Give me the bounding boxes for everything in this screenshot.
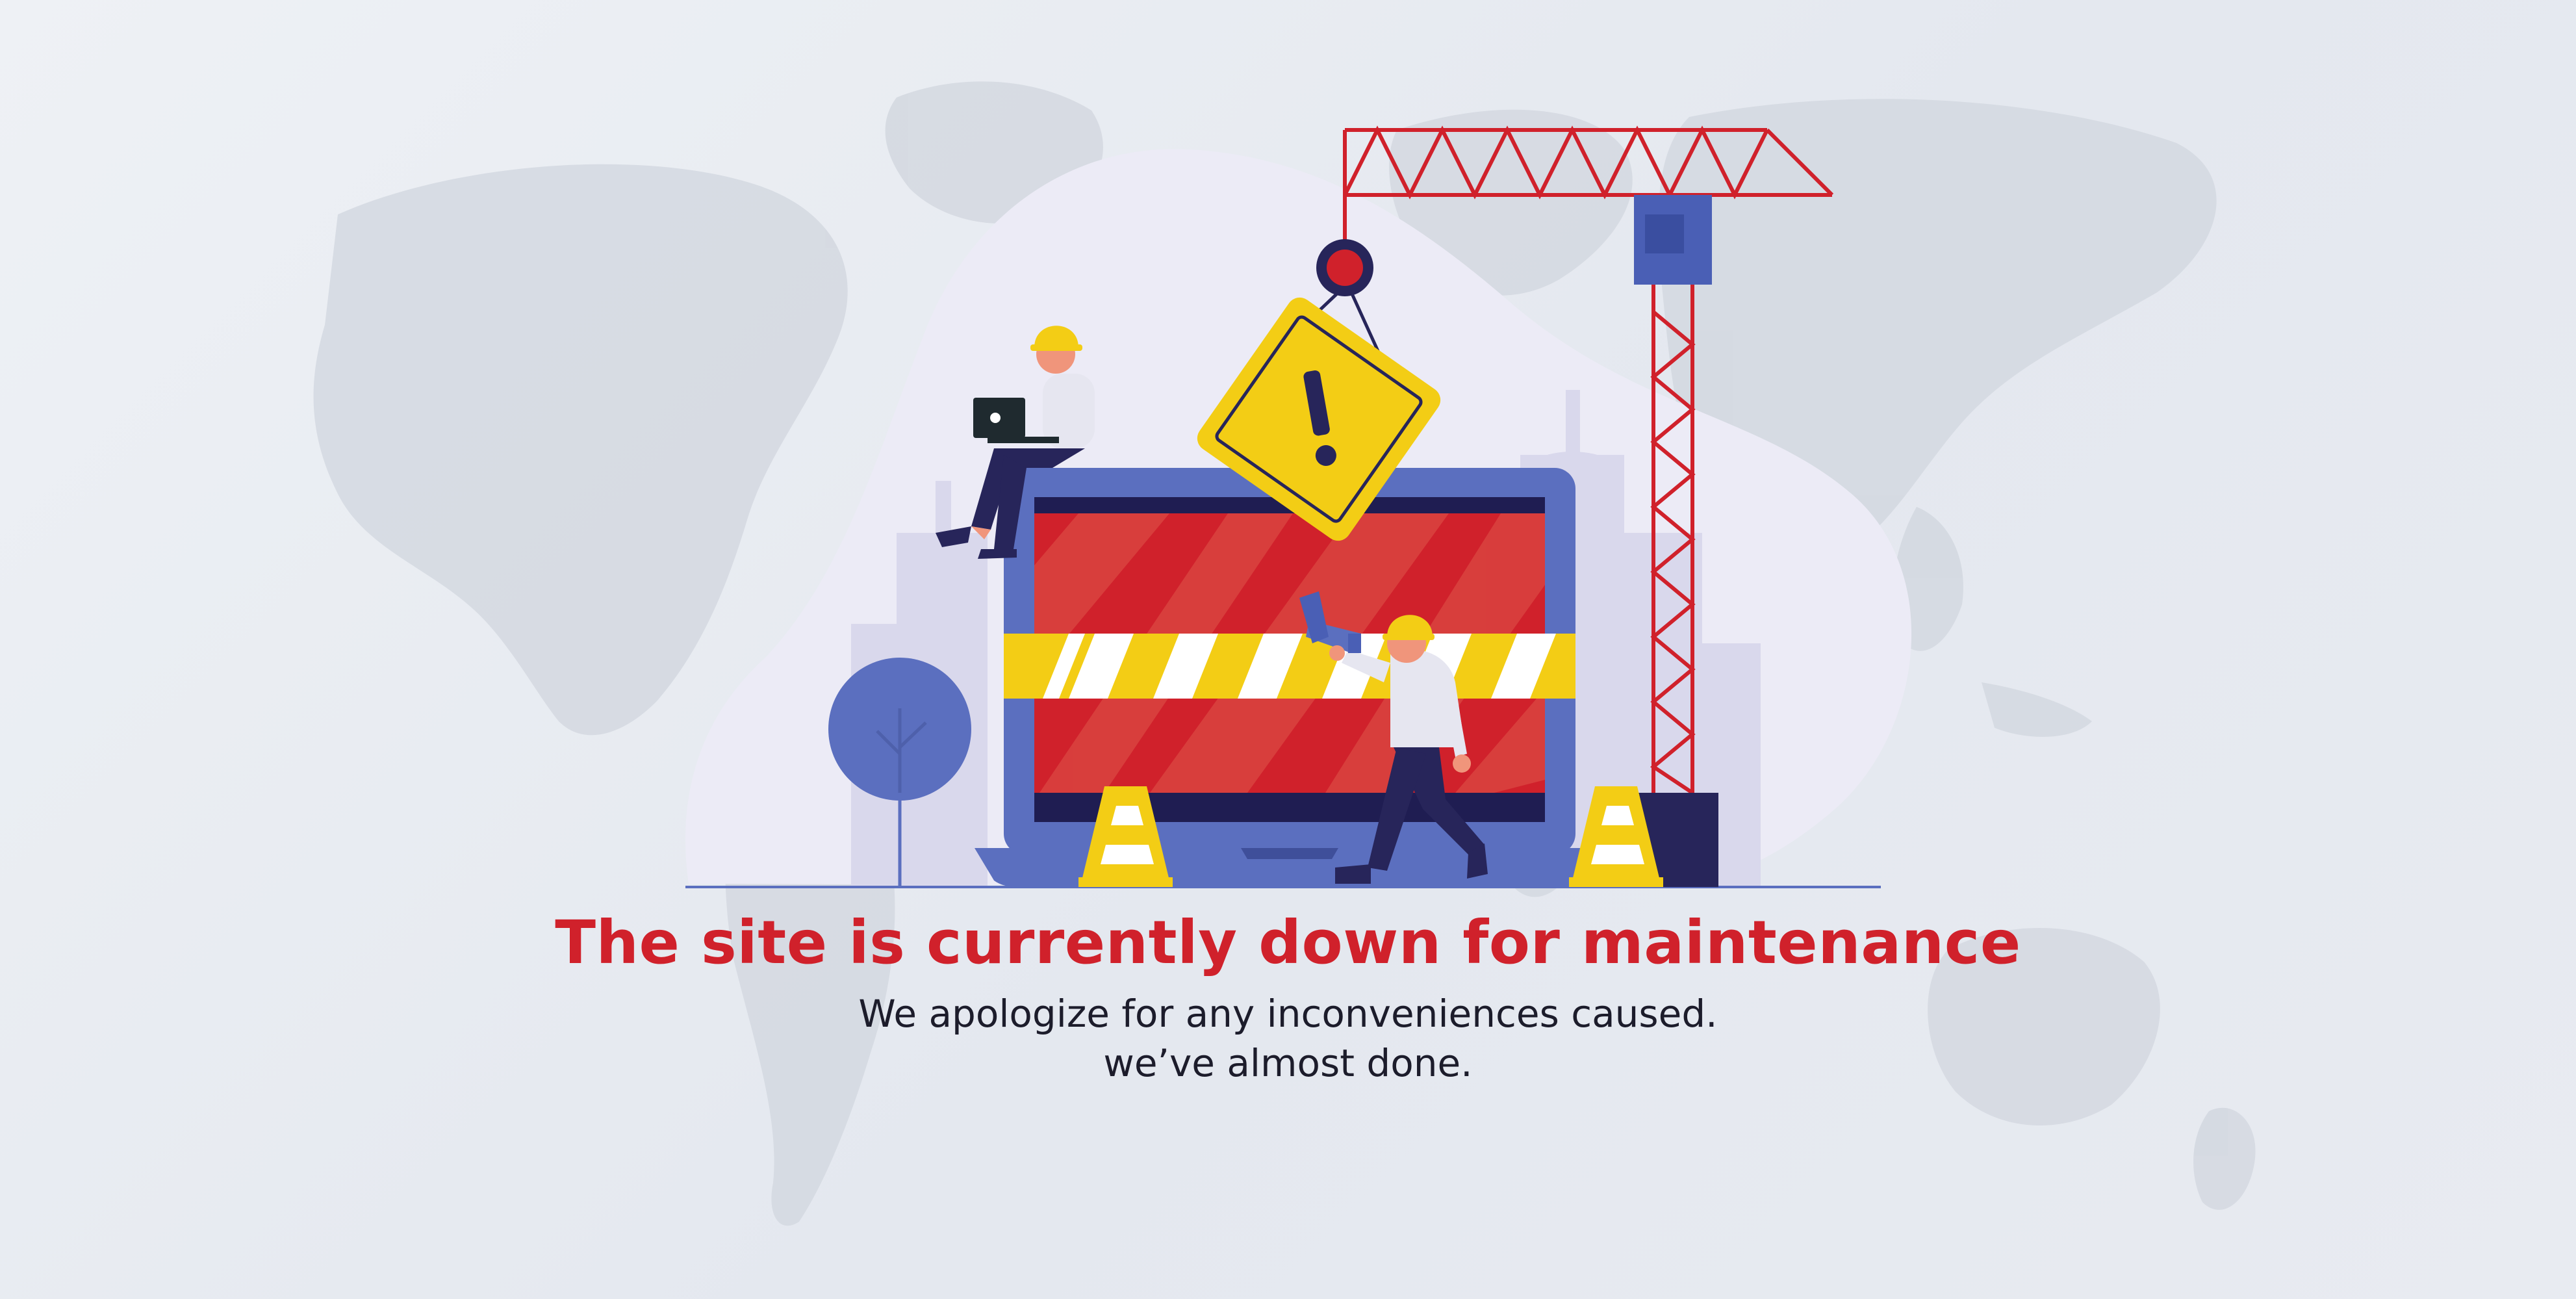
apology-message: We apologize for any inconveniences caus… (858, 992, 1718, 1036)
status-message: we’ve almost done. (1103, 1041, 1473, 1085)
barrier-tape-icon (1004, 634, 1575, 699)
maintenance-headline: The site is currently down for maintenan… (555, 908, 2021, 977)
maintenance-illustration (313, 81, 2256, 1226)
